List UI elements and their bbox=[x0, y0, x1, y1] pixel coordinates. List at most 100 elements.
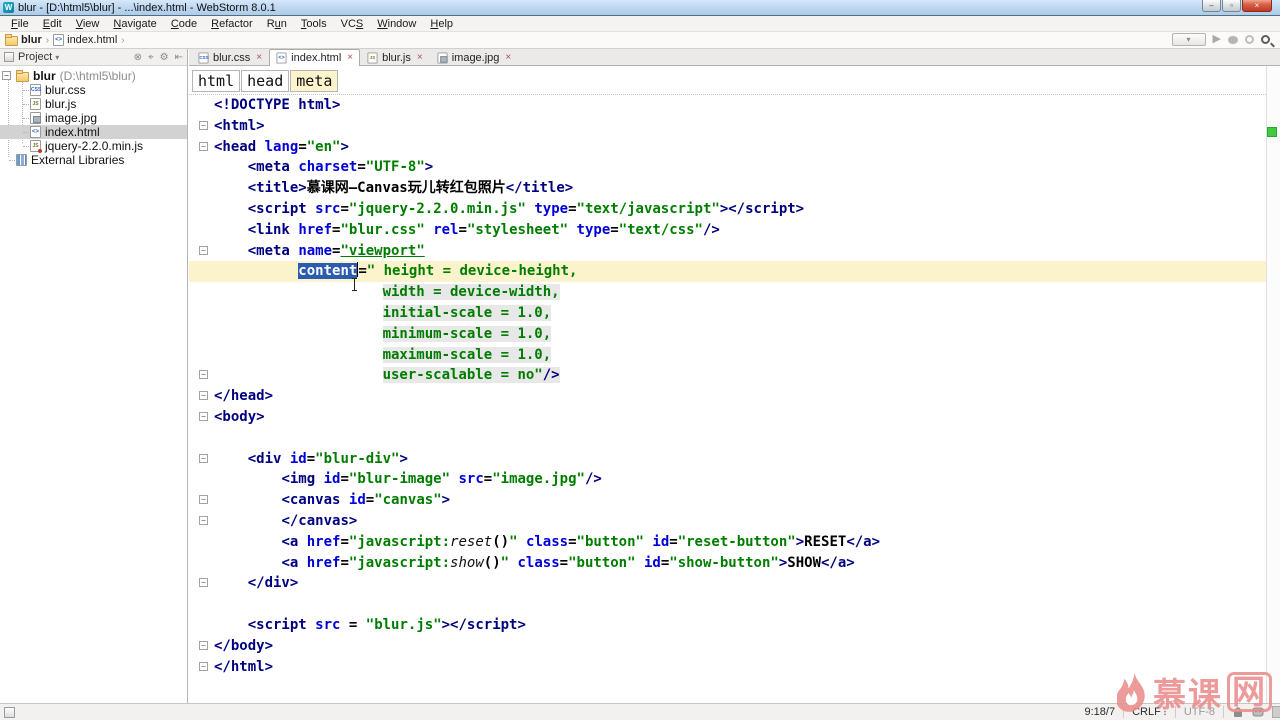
breadcrumb-blur[interactable]: blur bbox=[5, 33, 42, 46]
code-line[interactable]: − <head lang="en"> bbox=[189, 137, 1280, 158]
code-line[interactable]: <a href="javascript:show()" class="butto… bbox=[189, 553, 1280, 574]
menu-item-window[interactable]: Window bbox=[370, 18, 423, 30]
tab-image-jpg[interactable]: image.jpg × bbox=[430, 49, 519, 65]
close-tab-icon[interactable]: × bbox=[417, 52, 423, 63]
code-line[interactable]: content=" height = device-height, bbox=[189, 261, 1280, 283]
menu-item-refactor[interactable]: Refactor bbox=[204, 18, 260, 30]
search-icon[interactable] bbox=[1261, 35, 1270, 44]
caret-position[interactable]: 9:18/7 bbox=[1085, 706, 1116, 718]
inspection-status-indicator[interactable] bbox=[1267, 127, 1277, 137]
chevron-down-icon[interactable]: ▾ bbox=[55, 53, 59, 62]
tree-item-blur[interactable]: − blur (D:\html5\blur) bbox=[0, 69, 187, 83]
code-line[interactable]: <!DOCTYPE html> bbox=[189, 95, 1280, 116]
close-tab-icon[interactable]: × bbox=[347, 53, 353, 63]
code-line[interactable]: − <body> bbox=[189, 407, 1280, 428]
fold-end-icon[interactable]: − bbox=[199, 370, 208, 380]
collapse-expander-icon[interactable]: − bbox=[2, 71, 11, 80]
close-circle-icon[interactable]: ⊗ bbox=[134, 52, 142, 63]
fold-collapse-icon[interactable]: − bbox=[199, 495, 208, 505]
fold-collapse-icon[interactable]: − bbox=[199, 453, 208, 463]
tree-item-index-html[interactable]: <> index.html bbox=[0, 125, 187, 139]
code-line[interactable]: − </body> bbox=[189, 636, 1280, 657]
code-token: <title> bbox=[247, 180, 307, 197]
debug-icon[interactable] bbox=[1228, 35, 1238, 44]
fold-end-icon[interactable]: − bbox=[199, 661, 208, 671]
code-line[interactable]: <meta charset="UTF-8"> bbox=[189, 157, 1280, 178]
fold-collapse-icon[interactable]: − bbox=[199, 141, 208, 151]
minimize-button[interactable]: – bbox=[1202, 0, 1221, 12]
close-button[interactable]: × bbox=[1242, 0, 1272, 12]
gear-icon[interactable]: ⚙ bbox=[160, 52, 169, 63]
code-line[interactable]: − <meta name="viewport" bbox=[189, 241, 1280, 262]
code-line[interactable]: − </canvas> bbox=[189, 511, 1280, 532]
code-line[interactable]: − </div> bbox=[189, 573, 1280, 594]
breadcrumb-tag-html[interactable]: html bbox=[192, 70, 241, 92]
menu-item-view[interactable]: View bbox=[69, 18, 107, 30]
code-line[interactable]: <a href="javascript:reset()" class="butt… bbox=[189, 532, 1280, 553]
fold-end-icon[interactable]: − bbox=[199, 578, 208, 588]
code-line[interactable]: − <canvas id="canvas"> bbox=[189, 490, 1280, 511]
hide-panel-icon[interactable]: ⇤ bbox=[175, 52, 183, 63]
menu-item-tools[interactable]: Tools bbox=[294, 18, 334, 30]
fold-collapse-icon[interactable]: − bbox=[199, 245, 208, 255]
code-line[interactable] bbox=[189, 428, 1280, 449]
fold-collapse-icon[interactable]: − bbox=[199, 120, 208, 130]
run-config-combo[interactable]: ▾ bbox=[1171, 33, 1206, 46]
menu-item-edit[interactable]: Edit bbox=[36, 18, 69, 30]
code-token: = bbox=[559, 554, 569, 571]
tree-item-image-jpg[interactable]: image.jpg bbox=[0, 111, 187, 125]
breadcrumb-tag-head[interactable]: head bbox=[241, 70, 290, 92]
code-line[interactable]: minimum-scale = 1.0, bbox=[189, 324, 1280, 345]
code-line[interactable]: − </html> bbox=[189, 657, 1280, 678]
scroll-from-source-icon[interactable]: ⌖ bbox=[148, 52, 154, 63]
lock-icon[interactable] bbox=[1232, 706, 1244, 718]
code-area[interactable]: <!DOCTYPE html> − <html> − <head lang="en"> … bbox=[189, 95, 1280, 703]
editor-scrollbar[interactable] bbox=[1266, 66, 1280, 703]
restore-button[interactable]: ▫ bbox=[1222, 0, 1241, 12]
code-line[interactable]: <script src="jquery-2.2.0.min.js" type="… bbox=[189, 199, 1280, 220]
code-line[interactable]: initial-scale = 1.0, bbox=[189, 303, 1280, 324]
tree-item-external-libraries[interactable]: External Libraries bbox=[0, 153, 187, 167]
line-separator-widget[interactable]: CRLF ↕ bbox=[1132, 706, 1167, 718]
toolwindow-switcher-icon[interactable] bbox=[4, 706, 15, 718]
code-line[interactable]: − <div id="blur-div"> bbox=[189, 449, 1280, 470]
code-line[interactable]: maximum-scale = 1.0, bbox=[189, 345, 1280, 366]
code-line[interactable]: <title>慕课网—Canvas玩儿转红包照片</title> bbox=[189, 178, 1280, 199]
code-line[interactable]: <img id="blur-image" src="image.jpg"/> bbox=[189, 469, 1280, 490]
code-line[interactable]: − user-scalable = no"/> bbox=[189, 365, 1280, 386]
menu-item-navigate[interactable]: Navigate bbox=[106, 18, 163, 30]
code-line[interactable]: <script src = "blur.js"></script> bbox=[189, 615, 1280, 636]
tree-item-blur-js[interactable]: JS blur.js bbox=[0, 97, 187, 111]
fold-end-icon[interactable]: − bbox=[199, 515, 208, 525]
menu-item-code[interactable]: Code bbox=[164, 18, 204, 30]
code-line[interactable]: − </head> bbox=[189, 386, 1280, 407]
title-bar[interactable]: W blur - [D:\html5\blur] - ...\index.htm… bbox=[0, 0, 1280, 16]
code-line[interactable]: − <html> bbox=[189, 116, 1280, 137]
fold-collapse-icon[interactable]: − bbox=[199, 411, 208, 421]
menu-item-vcs[interactable]: VCS bbox=[334, 18, 371, 30]
tree-item-jquery-2-2-0-min-js[interactable]: JS jquery-2.2.0.min.js bbox=[0, 139, 187, 153]
tab-blur-css[interactable]: CSS blur.css × bbox=[191, 49, 269, 65]
close-tab-icon[interactable]: × bbox=[505, 52, 511, 63]
tab-index-html[interactable]: <> index.html × bbox=[269, 49, 361, 66]
file-encoding[interactable]: UTF-8 bbox=[1184, 706, 1215, 718]
menu-item-run[interactable]: Run bbox=[260, 18, 294, 30]
code-line[interactable] bbox=[189, 594, 1280, 615]
menu-item-help[interactable]: Help bbox=[423, 18, 460, 30]
coverage-icon[interactable] bbox=[1245, 35, 1254, 44]
menu-item-file[interactable]: File bbox=[4, 18, 36, 30]
close-tab-icon[interactable]: × bbox=[256, 52, 262, 63]
run-icon[interactable]: ▶ bbox=[1213, 34, 1221, 45]
code-line[interactable]: <link href="blur.css" rel="stylesheet" t… bbox=[189, 220, 1280, 241]
fold-end-icon[interactable]: − bbox=[199, 391, 208, 401]
breadcrumb-tag-meta[interactable]: meta bbox=[290, 70, 339, 92]
project-panel-title[interactable]: Project bbox=[18, 51, 52, 63]
tree-item-blur-css[interactable]: CSS blur.css bbox=[0, 83, 187, 97]
code-line[interactable]: width = device-width, bbox=[189, 282, 1280, 303]
tab-blur-js[interactable]: JS blur.js × bbox=[360, 49, 430, 65]
breadcrumb-index-html[interactable]: <> index.html bbox=[53, 34, 117, 46]
hector-inspections-icon[interactable] bbox=[1252, 706, 1264, 718]
fold-end-icon[interactable]: − bbox=[199, 640, 208, 650]
